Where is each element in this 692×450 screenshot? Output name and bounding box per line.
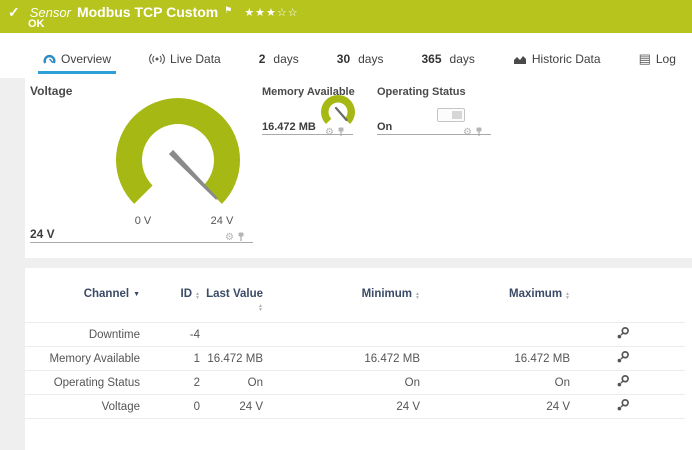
table-row: Voltage 0 24 V 24 V 24 V	[25, 395, 685, 419]
memory-underline	[262, 134, 353, 135]
channel-last-value	[200, 323, 263, 347]
sort-icon: ▲▼	[565, 292, 570, 300]
area-chart-icon	[513, 54, 527, 65]
voltage-gauge-title: Voltage	[30, 84, 72, 98]
column-header-channel[interactable]: Channel▼	[25, 282, 140, 323]
tab-30-days[interactable]: 30 days	[332, 52, 389, 74]
column-header-minimum[interactable]: Minimum▲▼	[263, 282, 420, 323]
column-header-last-value[interactable]: Last Value▲▼	[200, 282, 263, 323]
channel-minimum: On	[263, 371, 420, 395]
tab-overview-label: Overview	[61, 52, 111, 66]
tab-historic-data-label: Historic Data	[532, 52, 601, 66]
operating-underline	[377, 134, 491, 135]
tab-overview[interactable]: Overview	[38, 52, 116, 74]
tab-live-data-label: Live Data	[170, 52, 221, 66]
tab-bar: Overview Live Data 2 days 30 days 365 da…	[0, 33, 692, 78]
tab-365-days-number: 365	[421, 52, 441, 66]
channel-name: Voltage	[25, 395, 140, 419]
status-ok-check-icon: ✓	[8, 5, 20, 19]
sort-icon: ▲▼	[195, 292, 200, 300]
gauge-pin-icon[interactable]	[237, 229, 245, 247]
live-signal-icon	[149, 53, 165, 65]
operating-status-title: Operating Status	[377, 86, 466, 98]
table-row: Downtime -4	[25, 323, 685, 347]
channel-table-panel: Channel▼ ID▲▼ Last Value▲▼ Minimum▲▼ Max…	[25, 268, 692, 450]
tab-365-days-unit: days	[450, 52, 475, 66]
memory-current-value: 16.472 MB	[262, 121, 316, 133]
channel-id: 2	[140, 371, 200, 395]
channel-maximum	[420, 323, 570, 347]
channel-id: 1	[140, 347, 200, 371]
sensor-status-badge: OK	[28, 18, 45, 30]
tab-365-days[interactable]: 365 days	[416, 52, 479, 74]
channel-id: -4	[140, 323, 200, 347]
channel-minimum: 16.472 MB	[263, 347, 420, 371]
channel-settings-icon[interactable]	[570, 347, 630, 371]
channel-minimum	[263, 323, 420, 347]
operating-status-value: On	[377, 121, 392, 133]
voltage-scale-min: 0 V	[128, 215, 158, 227]
sort-icon: ▲▼	[415, 292, 420, 300]
gauge-pin-icon[interactable]	[337, 124, 345, 142]
channel-name: Memory Available	[25, 347, 140, 371]
channel-settings-icon[interactable]	[570, 371, 630, 395]
table-row: Operating Status 2 On On On	[25, 371, 685, 395]
channel-name: Operating Status	[25, 371, 140, 395]
toggle-knob	[452, 111, 462, 119]
gauge-pin-icon[interactable]	[475, 124, 483, 142]
page-title: Modbus TCP Custom	[77, 4, 218, 20]
overview-gauges-panel: Voltage 0 V 24 V 24 V ⚙ Memory Available…	[25, 78, 692, 258]
operating-status-toggle[interactable]	[437, 108, 465, 122]
column-header-maximum[interactable]: Maximum▲▼	[420, 282, 570, 323]
sensor-header-bar: ✓ Sensor Modbus TCP Custom ⚑ ★★★☆☆ OK	[0, 0, 692, 33]
gauge-needle	[336, 108, 347, 120]
gauge-needle	[169, 150, 218, 200]
channel-minimum: 24 V	[263, 395, 420, 419]
voltage-scale-max: 24 V	[204, 215, 240, 227]
channel-table: Channel▼ ID▲▼ Last Value▲▼ Minimum▲▼ Max…	[25, 282, 685, 419]
voltage-gauge[interactable]	[113, 98, 243, 211]
tab-2-days-number: 2	[259, 52, 266, 66]
gauge-icon	[43, 53, 56, 65]
voltage-underline	[30, 242, 253, 243]
channel-maximum: On	[420, 371, 570, 395]
channel-last-value: On	[200, 371, 263, 395]
table-header-row: Channel▼ ID▲▼ Last Value▲▼ Minimum▲▼ Max…	[25, 282, 685, 323]
voltage-current-value: 24 V	[30, 227, 55, 241]
channel-last-value: 24 V	[200, 395, 263, 419]
tab-30-days-number: 30	[337, 52, 350, 66]
gauge-settings-gear-icon[interactable]: ⚙	[325, 128, 334, 138]
tab-log-label: Log	[656, 52, 676, 66]
tab-log[interactable]: ▤ Log	[634, 52, 681, 74]
column-header-actions	[570, 282, 630, 323]
channel-settings-icon[interactable]	[570, 323, 630, 347]
tab-historic-data[interactable]: Historic Data	[508, 52, 606, 74]
tab-2-days[interactable]: 2 days	[254, 52, 304, 74]
channel-name: Downtime	[25, 323, 140, 347]
channel-maximum: 24 V	[420, 395, 570, 419]
priority-stars-rating[interactable]: ★★★☆☆	[244, 6, 298, 19]
log-list-icon: ▤	[639, 53, 651, 65]
tab-30-days-unit: days	[358, 52, 383, 66]
sorted-desc-icon: ▼	[133, 291, 140, 298]
tab-live-data[interactable]: Live Data	[144, 52, 226, 74]
channel-settings-icon[interactable]	[570, 395, 630, 419]
channel-last-value: 16.472 MB	[200, 347, 263, 371]
flag-icon[interactable]: ⚑	[224, 5, 232, 16]
sort-icon: ▲▼	[258, 304, 263, 312]
table-row: Memory Available 1 16.472 MB 16.472 MB 1…	[25, 347, 685, 371]
channel-maximum: 16.472 MB	[420, 347, 570, 371]
channel-id: 0	[140, 395, 200, 419]
gauge-settings-gear-icon[interactable]: ⚙	[463, 128, 472, 138]
column-header-id[interactable]: ID▲▼	[140, 282, 200, 323]
tab-2-days-unit: days	[273, 52, 298, 66]
